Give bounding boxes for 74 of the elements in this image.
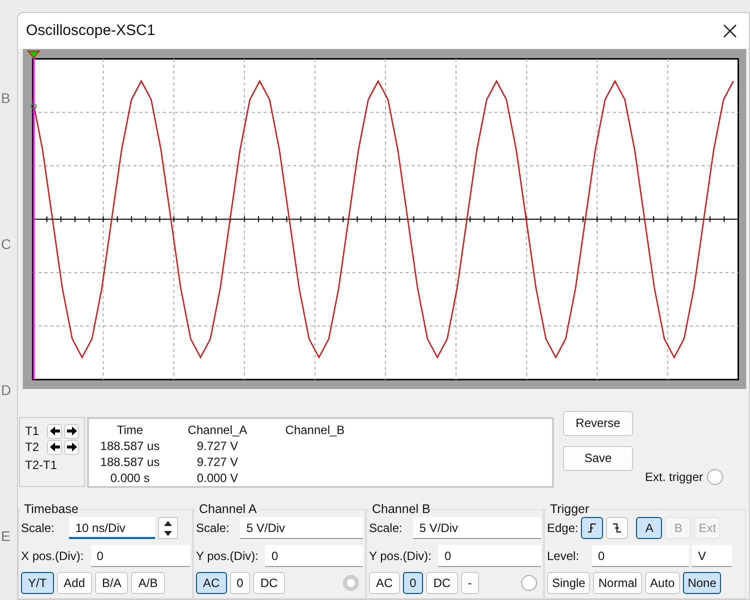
spin-control[interactable] bbox=[158, 517, 178, 539]
move-left-button[interactable] bbox=[47, 424, 62, 439]
table-cell: 0.000 s bbox=[110, 470, 150, 485]
falling-edge-icon bbox=[612, 523, 622, 533]
save-button[interactable]: Save bbox=[563, 446, 633, 471]
coupling-button[interactable]: 0 bbox=[230, 572, 250, 594]
column-header: Time bbox=[116, 422, 144, 438]
table-cell: 9.727 V bbox=[196, 438, 238, 453]
right-arrow-icon bbox=[66, 442, 76, 452]
field-label: Scale: bbox=[369, 521, 402, 535]
left-arrow-icon bbox=[50, 426, 60, 436]
display-mode-button[interactable]: Y/T bbox=[21, 572, 54, 594]
column-header: Channel_A bbox=[186, 422, 248, 438]
cursor-label: T2 bbox=[25, 440, 40, 454]
display-mode-button[interactable]: A/B bbox=[131, 572, 165, 594]
move-right-button[interactable] bbox=[64, 424, 79, 439]
row-label: D bbox=[0, 382, 12, 398]
table-cell: 0.000 V bbox=[196, 470, 238, 485]
scale-field[interactable]: 10 ns/Div bbox=[69, 517, 156, 539]
window-title: Oscilloscope-XSC1 bbox=[26, 22, 156, 40]
position-field[interactable]: 0 bbox=[90, 545, 190, 567]
trigger-mode-button[interactable]: Auto bbox=[645, 572, 680, 594]
row-label: B bbox=[0, 90, 12, 106]
coupling-button[interactable]: - bbox=[460, 572, 479, 594]
field-label: Edge: bbox=[547, 521, 578, 535]
group-title: Channel A bbox=[198, 502, 258, 516]
right-arrow-icon bbox=[66, 426, 76, 436]
coupling-button[interactable]: DC bbox=[426, 572, 458, 594]
field-label: Level: bbox=[547, 549, 580, 563]
left-arrow-icon bbox=[50, 442, 60, 452]
ext-trigger-radio[interactable] bbox=[707, 468, 724, 485]
group-title: Timebase bbox=[23, 502, 80, 516]
display-mode-button[interactable]: B/A bbox=[95, 572, 128, 594]
trigger-mode-button[interactable]: Normal bbox=[593, 572, 642, 594]
field-label: X pos.(Div): bbox=[21, 549, 84, 563]
row-label: C bbox=[0, 236, 12, 252]
trigger-source-button[interactable]: A bbox=[636, 517, 662, 539]
scale-field[interactable]: 5 V/Div bbox=[413, 517, 541, 539]
ext-trigger-label: Ext. trigger bbox=[645, 470, 704, 484]
field-label: Y pos.(Div): bbox=[369, 549, 432, 563]
trigger-mode-button[interactable]: None bbox=[682, 572, 722, 594]
move-right-button[interactable] bbox=[64, 440, 79, 455]
cursor-label: T2-T1 bbox=[25, 458, 58, 472]
column-header: Channel_B bbox=[284, 422, 346, 438]
position-field[interactable]: 0 bbox=[265, 545, 363, 567]
table-cell: 188.587 us bbox=[100, 438, 160, 453]
rising-edge-icon bbox=[587, 523, 598, 533]
group-title: Trigger bbox=[549, 502, 590, 516]
table-cell: 9.727 V bbox=[196, 454, 238, 469]
rising-edge-button[interactable] bbox=[581, 517, 604, 539]
row-label: E bbox=[0, 528, 12, 544]
trigger-mode-button[interactable]: Single bbox=[547, 572, 590, 594]
coupling-button[interactable]: 0 bbox=[402, 572, 424, 594]
field-label: Y pos.(Div): bbox=[196, 549, 258, 563]
scale-field[interactable]: 5 V/Div bbox=[240, 517, 363, 539]
field-label: Scale: bbox=[21, 521, 54, 535]
level-field[interactable]: 0 bbox=[592, 545, 690, 567]
field-label: Scale: bbox=[196, 521, 230, 535]
up-arrow-icon bbox=[164, 520, 172, 526]
cursor-drawing[interactable] bbox=[26, 50, 40, 380]
coupling-button[interactable]: DC bbox=[253, 572, 285, 594]
table-cell: 188.587 us bbox=[100, 454, 160, 469]
group-title: Channel B bbox=[371, 502, 432, 516]
coupling-button[interactable]: AC bbox=[196, 572, 227, 594]
cursor-label: T1 bbox=[25, 424, 40, 438]
reverse-button[interactable]: Reverse bbox=[563, 410, 633, 436]
position-field[interactable]: 0 bbox=[438, 545, 541, 567]
display-mode-button[interactable]: Add bbox=[56, 572, 92, 594]
move-left-button[interactable] bbox=[47, 440, 62, 455]
unit-field[interactable]: V bbox=[692, 545, 732, 567]
close-icon[interactable] bbox=[723, 24, 737, 38]
down-arrow-icon bbox=[164, 530, 172, 536]
coupling-button[interactable]: AC bbox=[369, 572, 400, 594]
falling-edge-button[interactable] bbox=[606, 517, 628, 539]
